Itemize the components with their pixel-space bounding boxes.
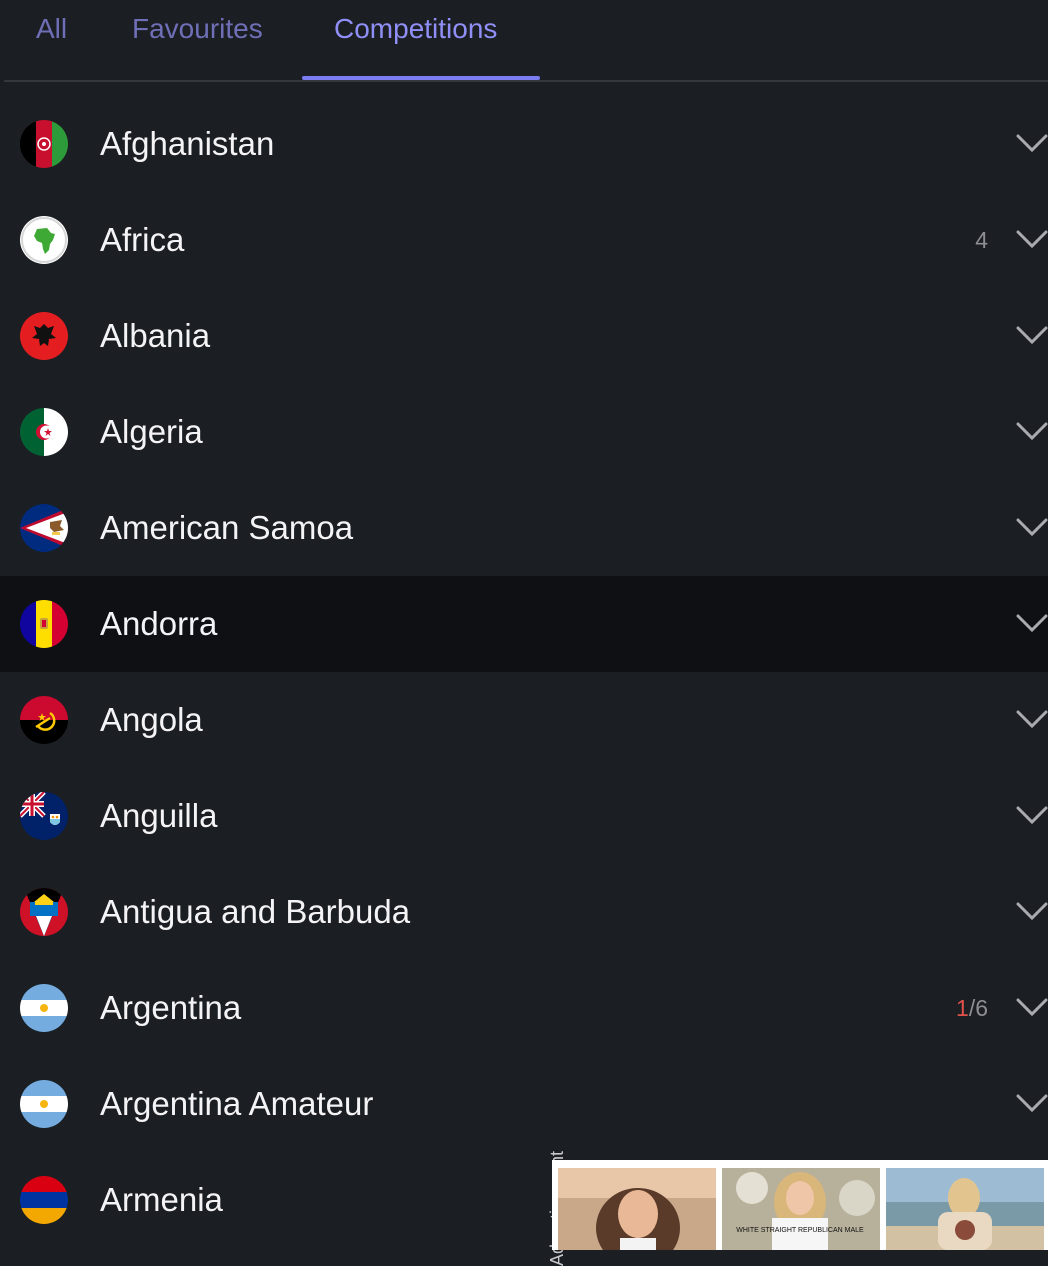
chevron-down-icon[interactable] (1016, 1092, 1048, 1114)
chevron-down-icon[interactable] (1016, 516, 1048, 538)
ad-shirt-text: WHITE STRAIGHT REPUBLICAN MALE (736, 1227, 864, 1234)
antigua-and-barbuda-flag-icon (20, 888, 68, 936)
active-tab-indicator (302, 76, 540, 80)
country-name: Andorra (100, 605, 218, 642)
andorra-flag-icon (20, 600, 68, 648)
chevron-down-icon[interactable] (1016, 996, 1048, 1018)
list-item-argentina-amateur[interactable]: Argentina Amateur (0, 1056, 1048, 1152)
country-name: Argentina (100, 989, 242, 1026)
chevron-down-icon[interactable] (1016, 900, 1048, 922)
list-item-angola[interactable]: Angola (0, 672, 1048, 768)
list-item-argentina[interactable]: Argentina 1/6 (0, 960, 1048, 1056)
anguilla-flag-icon (20, 792, 68, 840)
country-name: Angola (100, 701, 203, 738)
ad-product-image[interactable] (886, 1168, 1044, 1250)
argentina-flag-icon (20, 984, 68, 1032)
country-name: Albania (100, 317, 211, 354)
list-item-algeria[interactable]: Algeria (0, 384, 1048, 480)
list-item-albania[interactable]: Albania (0, 288, 1048, 384)
tab-bar: All Favourites Competitions (4, 0, 1048, 82)
country-name: Armenia (100, 1181, 223, 1218)
armenia-flag-icon (20, 1176, 68, 1224)
ad-product-image[interactable] (558, 1168, 716, 1250)
argentina-flag-icon (20, 1080, 68, 1128)
tab-all[interactable]: All (36, 12, 67, 46)
tab-competitions[interactable]: Competitions (334, 12, 497, 46)
albania-flag-icon (20, 312, 68, 360)
ad-product-image[interactable]: WHITE STRAIGHT REPUBLICAN MALE (722, 1168, 880, 1250)
africa-globe-icon (20, 216, 68, 264)
country-name: Argentina Amateur (100, 1085, 374, 1122)
country-name: Algeria (100, 413, 203, 450)
tab-favourites[interactable]: Favourites (132, 12, 263, 46)
competition-count: 1/6 (956, 991, 988, 1025)
chevron-down-icon[interactable] (1016, 612, 1048, 634)
algeria-flag-icon (20, 408, 68, 456)
ad-image-strip[interactable]: WHITE STRAIGHT REPUBLICAN MALE (552, 1160, 1048, 1250)
list-item-andorra[interactable]: Andorra (0, 576, 1048, 672)
live-count: 1 (956, 995, 969, 1021)
list-item-africa[interactable]: Africa 4 (0, 192, 1048, 288)
ad-label: Advertisement (528, 1151, 567, 1266)
country-name: Africa (100, 221, 185, 258)
chevron-down-icon[interactable] (1016, 228, 1048, 250)
chevron-down-icon[interactable] (1016, 132, 1048, 154)
chevron-down-icon[interactable] (1016, 804, 1048, 826)
advertisement-banner[interactable]: Advertisement WHITE STRAIGHT REPUBLICAN … (528, 1151, 1048, 1266)
list-item-afghanistan[interactable]: Afghanistan (0, 96, 1048, 192)
competition-count: 4 (975, 227, 988, 253)
country-name: Afghanistan (100, 125, 275, 162)
chevron-down-icon[interactable] (1016, 708, 1048, 730)
country-name: Anguilla (100, 797, 218, 834)
country-name: Antigua and Barbuda (100, 893, 411, 930)
competition-country-list: Afghanistan Africa 4 Albania Algeria Ame… (0, 96, 1048, 1248)
american-samoa-flag-icon (20, 504, 68, 552)
afghanistan-flag-icon (20, 120, 68, 168)
chevron-down-icon[interactable] (1016, 420, 1048, 442)
list-item-antigua-and-barbuda[interactable]: Antigua and Barbuda (0, 864, 1048, 960)
country-name: American Samoa (100, 509, 354, 546)
list-item-american-samoa[interactable]: American Samoa (0, 480, 1048, 576)
list-item-anguilla[interactable]: Anguilla (0, 768, 1048, 864)
chevron-down-icon[interactable] (1016, 324, 1048, 346)
total-count: /6 (968, 995, 988, 1021)
angola-flag-icon (20, 696, 68, 744)
